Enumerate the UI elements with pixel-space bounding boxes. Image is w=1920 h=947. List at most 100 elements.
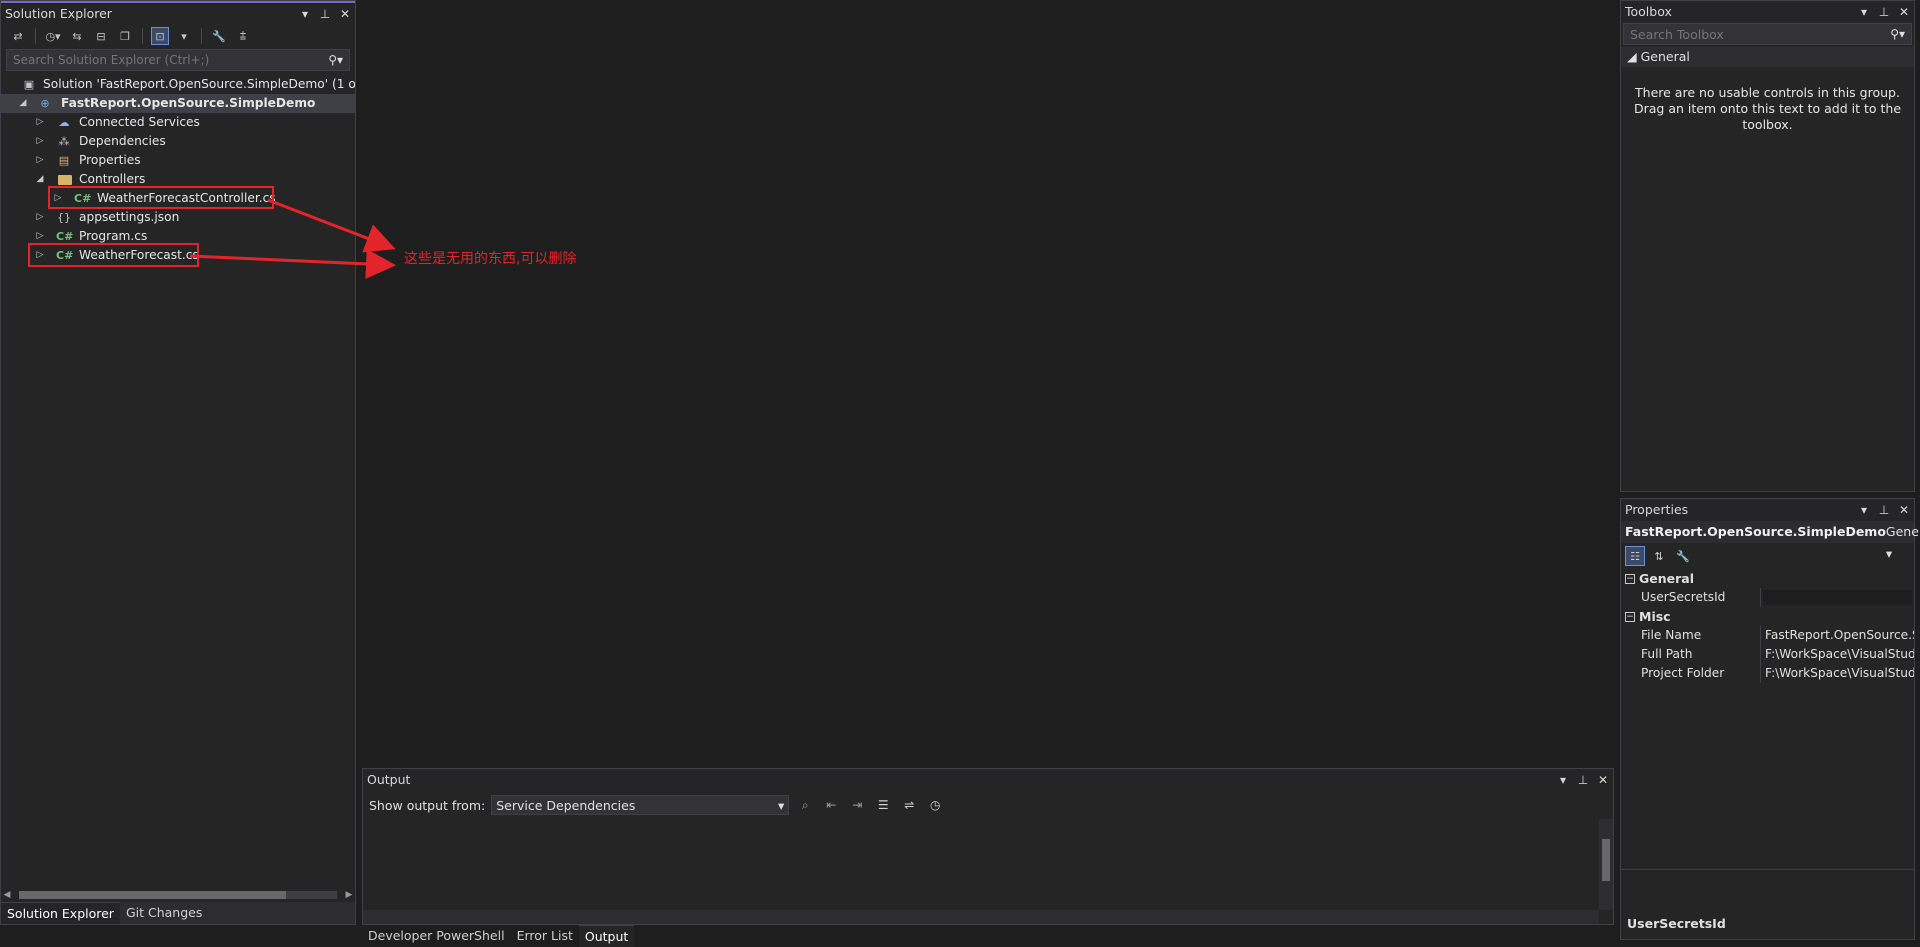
property-value[interactable]: F:\WorkSpace\VisualStudi (1761, 664, 1914, 683)
property-value[interactable]: FastReport.OpenSource.S (1761, 626, 1914, 645)
dependencies-icon: ⁂ (58, 135, 70, 148)
property-key: UserSecretsId (1621, 588, 1761, 607)
tree-node-program[interactable]: ▷ C# Program.cs (1, 227, 355, 246)
output-vertical-scrollbar[interactable] (1599, 819, 1613, 910)
solution-search-input[interactable] (13, 53, 313, 67)
collapse-all-icon[interactable]: ⊟ (92, 27, 110, 45)
tab-solution-explorer[interactable]: Solution Explorer (1, 902, 120, 924)
property-row[interactable]: File Name FastReport.OpenSource.S (1621, 626, 1914, 645)
preview-icon[interactable]: ⩲ (234, 27, 252, 45)
dropdown-icon[interactable]: ▾ (1557, 769, 1569, 791)
close-icon[interactable]: ✕ (339, 3, 351, 25)
scrollbar-thumb[interactable] (19, 891, 287, 899)
tab-output[interactable]: Output (578, 925, 635, 947)
tree-node-weatherforecast[interactable]: ▷ C# WeatherForecast.cs (1, 246, 355, 265)
toolbox-group-general[interactable]: ◢ General (1621, 47, 1914, 67)
timestamp-icon[interactable]: ◷ (925, 795, 945, 815)
collapsed-arrow-icon[interactable]: ▷ (34, 246, 46, 265)
output-source-select[interactable]: Service Dependencies ▾ (491, 795, 790, 815)
scroll-left-icon[interactable]: ◀ (1, 890, 13, 900)
tab-developer-powershell[interactable]: Developer PowerShell (362, 925, 511, 947)
tree-node-appsettings[interactable]: ▷ {} appsettings.json (1, 208, 355, 227)
dropdown-icon[interactable]: ▾ (299, 3, 311, 25)
tree-node-label: appsettings.json (79, 210, 180, 224)
scroll-right-icon[interactable]: ▶ (343, 890, 355, 900)
property-row[interactable]: Project Folder F:\WorkSpace\VisualStudi (1621, 664, 1914, 683)
pending-changes-filter-icon[interactable]: ◷▾ (44, 27, 62, 45)
properties-wrench-icon[interactable]: 🔧 (210, 27, 228, 45)
property-key: Full Path (1621, 645, 1761, 664)
word-wrap-icon[interactable]: ⇌ (899, 795, 919, 815)
category-misc[interactable]: − Misc (1621, 607, 1914, 626)
expanded-arrow-icon[interactable]: ◢ (17, 94, 29, 113)
property-value[interactable] (1763, 590, 1912, 605)
preview-selected-icon[interactable]: ⊡ (151, 27, 169, 45)
solution-explorer-title: Solution Explorer ▾ ⊥ ✕ (1, 1, 355, 23)
solution-horizontal-scrollbar[interactable]: ◀ ▶ (1, 888, 355, 902)
tree-node-weatherforecastcontroller[interactable]: ▷ C# WeatherForecastController.cs (1, 189, 355, 208)
dropdown-icon[interactable]: ▾ (1858, 1, 1870, 23)
tree-node-label: Connected Services (79, 115, 200, 129)
solution-explorer-toolbar: ⇄ ◷▾ ⇆ ⊟ ❐ ⊡ ▾ 🔧 ⩲ (1, 23, 355, 49)
collapsed-arrow-icon[interactable]: ▷ (34, 113, 46, 132)
properties-object-selector[interactable]: FastReport.OpenSource.SimpleDemo General… (1621, 521, 1920, 561)
expanded-arrow-icon[interactable]: ◢ (34, 170, 46, 189)
toolbox-empty-message: There are no usable controls in this gro… (1633, 85, 1902, 132)
property-value[interactable]: F:\WorkSpace\VisualStudi (1761, 645, 1914, 664)
connected-services-icon: ☁ (58, 116, 70, 129)
solution-search-box[interactable]: ⚲▾ (6, 49, 350, 71)
alphabetical-icon[interactable]: ⇅ (1649, 546, 1669, 566)
panel-title-text: Solution Explorer (5, 6, 112, 21)
previous-message-icon[interactable]: ⇤ (821, 795, 841, 815)
next-message-icon[interactable]: ⇥ (847, 795, 867, 815)
pin-icon[interactable]: ⊥ (1878, 1, 1890, 23)
toolbox-search-box[interactable]: ⚲▾ (1623, 23, 1912, 45)
properties-folder-icon: ▤ (58, 154, 70, 167)
output-horizontal-scrollbar[interactable] (363, 910, 1599, 924)
json-file-icon: {} (57, 211, 71, 224)
tree-node-solution[interactable]: ▣ Solution 'FastReport.OpenSource.Simple… (1, 75, 355, 94)
pin-icon[interactable]: ⊥ (319, 3, 331, 25)
pin-icon[interactable]: ⊥ (1878, 499, 1890, 521)
tree-node-properties[interactable]: ▷ ▤ Properties (1, 151, 355, 170)
categorized-icon[interactable]: ☷ (1625, 546, 1645, 566)
tab-git-changes[interactable]: Git Changes (120, 902, 208, 924)
collapse-icon[interactable]: − (1625, 611, 1635, 622)
find-message-icon[interactable]: ⌕ (795, 795, 815, 815)
dropdown-icon[interactable]: ▾ (1858, 499, 1870, 521)
pin-icon[interactable]: ⊥ (1577, 769, 1589, 791)
tree-node-project[interactable]: ◢ ⊕ FastReport.OpenSource.SimpleDemo (1, 94, 355, 113)
tab-error-list[interactable]: Error List (511, 925, 579, 947)
tree-node-label: Solution 'FastReport.OpenSource.SimpleDe… (43, 77, 355, 91)
collapsed-arrow-icon[interactable]: ▷ (34, 151, 46, 170)
show-output-from-label: Show output from: (369, 797, 486, 813)
toolbox-search-input[interactable] (1630, 26, 1850, 42)
close-icon[interactable]: ✕ (1898, 1, 1910, 23)
collapse-icon[interactable]: − (1625, 573, 1635, 584)
switch-views-icon[interactable]: ⇄ (9, 27, 27, 45)
property-description-title: UserSecretsId (1627, 916, 1726, 931)
search-icon[interactable]: ⚲▾ (328, 53, 343, 67)
property-pages-icon[interactable]: 🔧 (1673, 546, 1693, 566)
collapsed-arrow-icon[interactable]: ▷ (34, 132, 46, 151)
properties-title: Properties ▾ ⊥ ✕ (1621, 499, 1914, 521)
property-key: Project Folder (1621, 664, 1761, 683)
tree-node-connected-services[interactable]: ▷ ☁ Connected Services (1, 113, 355, 132)
category-general[interactable]: − General (1621, 569, 1914, 588)
property-row[interactable]: UserSecretsId (1621, 588, 1914, 607)
property-row[interactable]: Full Path F:\WorkSpace\VisualStudi (1621, 645, 1914, 664)
output-text-area[interactable] (363, 819, 1613, 910)
collapsed-arrow-icon[interactable]: ▷ (34, 227, 46, 246)
sync-icon[interactable]: ⇆ (68, 27, 86, 45)
close-icon[interactable]: ✕ (1597, 769, 1609, 791)
tree-node-controllers[interactable]: ◢ Controllers (1, 170, 355, 189)
scrollbar-thumb[interactable] (1602, 839, 1610, 881)
show-all-files-icon[interactable]: ❐ (116, 27, 134, 45)
search-icon[interactable]: ⚲▾ (1890, 27, 1905, 41)
close-icon[interactable]: ✕ (1898, 499, 1910, 521)
clear-all-icon[interactable]: ☰ (873, 795, 893, 815)
chevron-down-icon[interactable]: ▾ (175, 27, 193, 45)
tree-node-dependencies[interactable]: ▷ ⁂ Dependencies (1, 132, 355, 151)
collapsed-arrow-icon[interactable]: ▷ (52, 189, 64, 208)
collapsed-arrow-icon[interactable]: ▷ (34, 208, 46, 227)
